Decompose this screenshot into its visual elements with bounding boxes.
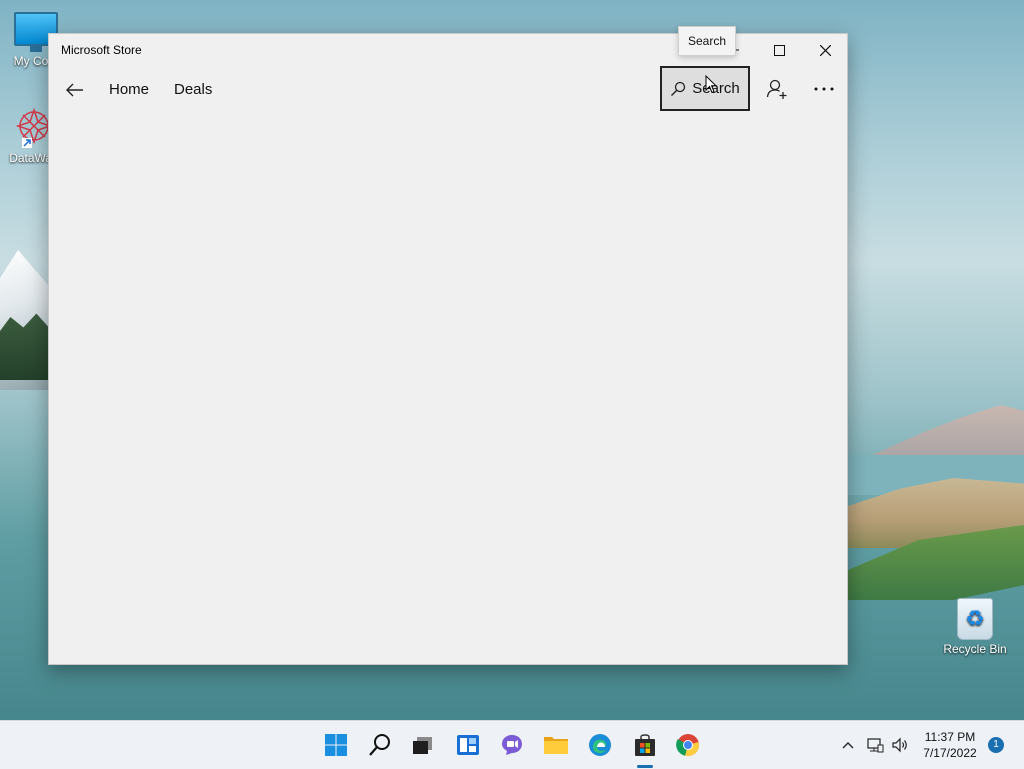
chat-icon (502, 735, 522, 755)
network-button[interactable] (864, 721, 886, 769)
widgets-icon (457, 735, 479, 755)
microsoft-store-window: Microsoft Store Home Deals Search (48, 33, 848, 665)
microsoft-store-button[interactable] (627, 729, 663, 761)
show-hidden-icons-button[interactable] (838, 721, 858, 769)
desktop-icon-recycle-bin[interactable]: ♻ Recycle Bin (942, 598, 1008, 656)
close-icon (819, 44, 831, 56)
widgets-button[interactable] (450, 729, 486, 761)
nav-home[interactable]: Home (109, 81, 149, 98)
desktop-icon-label: Recycle Bin (943, 642, 1007, 656)
search-icon (671, 81, 686, 96)
notification-badge[interactable]: 1 (988, 737, 1004, 753)
volume-icon (892, 737, 907, 753)
network-icon (867, 738, 884, 753)
add-account-icon (766, 79, 787, 99)
close-button[interactable] (802, 34, 848, 66)
start-button[interactable] (318, 729, 354, 761)
maximize-button[interactable] (756, 34, 802, 66)
edge-button[interactable] (582, 729, 618, 761)
chat-button[interactable] (494, 729, 530, 761)
windows-logo-icon (325, 734, 347, 756)
search-tooltip: Search (678, 26, 737, 56)
content-area (49, 114, 847, 664)
back-button[interactable] (55, 74, 95, 106)
search-icon (369, 734, 390, 756)
chrome-icon (676, 734, 699, 756)
clock[interactable]: 11:37 PM 7/17/2022 (912, 729, 988, 761)
back-arrow-icon (66, 83, 83, 97)
edge-icon (589, 734, 611, 756)
store-icon (635, 734, 655, 756)
window-title: Microsoft Store (61, 43, 142, 57)
recycle-bin-icon: ♻ (957, 598, 993, 640)
taskbar-search-button[interactable] (362, 729, 398, 761)
task-view-icon (413, 737, 432, 754)
nav-deals[interactable]: Deals (174, 81, 212, 98)
volume-button[interactable] (889, 721, 911, 769)
mouse-cursor-icon (705, 75, 717, 94)
nav-bar: Home Deals Search (49, 66, 847, 114)
folder-icon (544, 737, 568, 754)
clock-time: 11:37 PM (924, 730, 976, 744)
more-options-button[interactable] (804, 72, 844, 106)
more-icon (814, 87, 834, 91)
task-view-button[interactable] (405, 729, 441, 761)
chrome-button[interactable] (670, 729, 706, 761)
maximize-icon (773, 44, 785, 56)
file-explorer-button[interactable] (538, 729, 574, 761)
taskbar: 11:37 PM 7/17/2022 (0, 720, 1024, 769)
chevron-up-icon (842, 742, 854, 749)
account-button[interactable] (757, 72, 797, 106)
clock-date: 7/17/2022 (923, 746, 977, 760)
